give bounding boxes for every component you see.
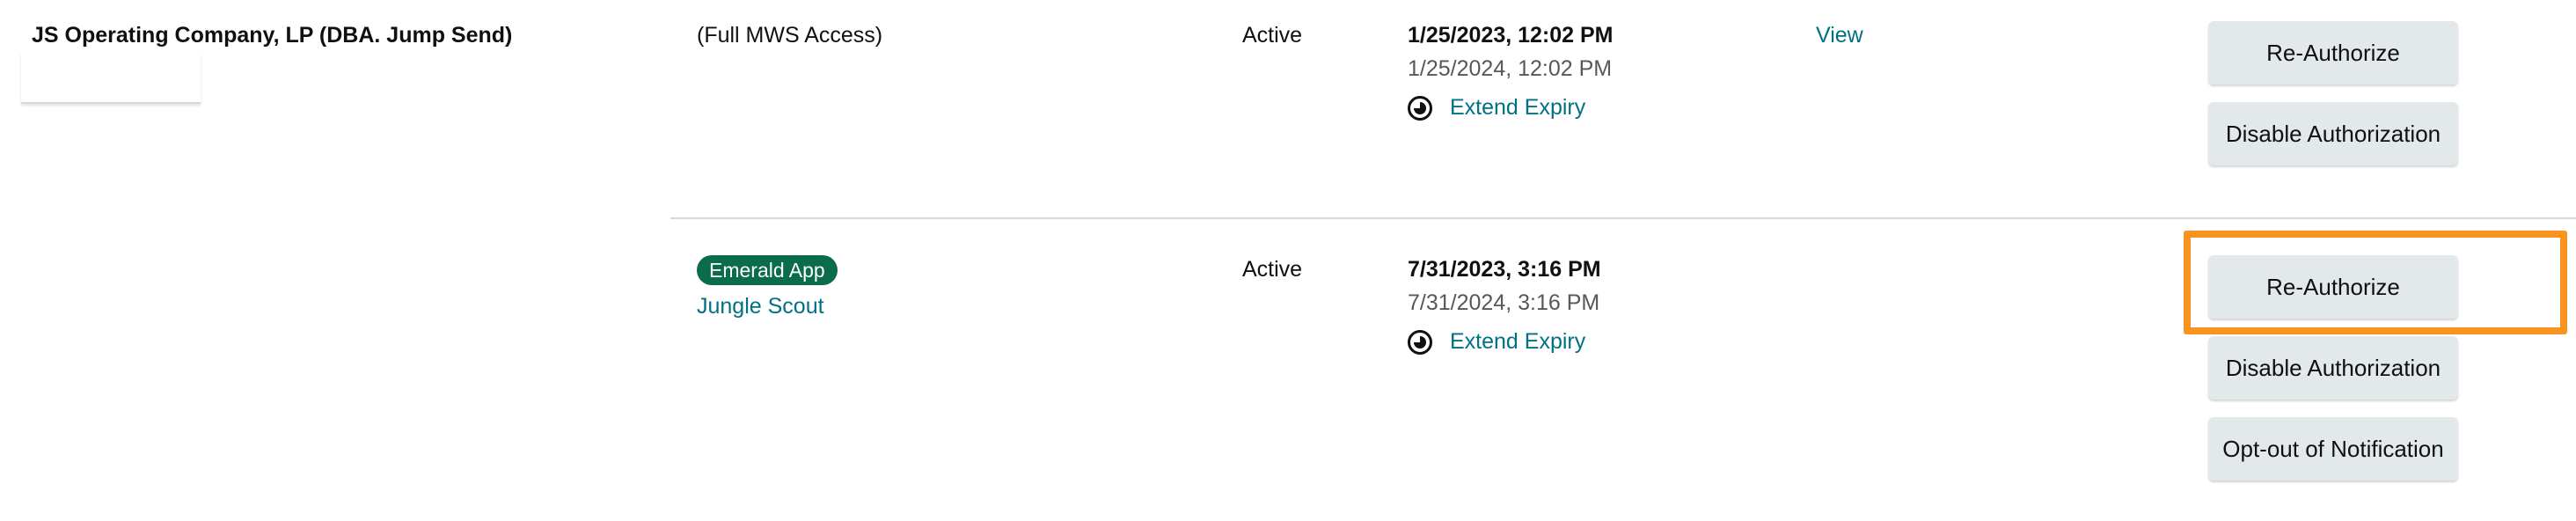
company-name: JS Operating Company, LP (DBA. Jump Send… [32, 23, 513, 48]
company-logo-placeholder [21, 53, 201, 104]
expiry-date: 1/25/2024, 12:02 PM [1408, 56, 1613, 81]
disable-authorization-button[interactable]: Disable Authorization [2208, 102, 2458, 165]
authorized-date: 7/31/2023, 3:16 PM [1408, 257, 1601, 282]
status-text: Active [1242, 257, 1303, 282]
expiry-date: 7/31/2024, 3:16 PM [1408, 290, 1600, 315]
disable-authorization-button[interactable]: Disable Authorization [2208, 336, 2458, 400]
extend-expiry-link[interactable]: Extend Expiry [1408, 95, 1585, 121]
row-divider [670, 217, 2576, 219]
clock-icon [1408, 95, 1432, 121]
extend-expiry-label: Extend Expiry [1450, 95, 1586, 120]
clock-icon [1408, 329, 1432, 355]
extend-expiry-label: Extend Expiry [1450, 329, 1586, 354]
app-access-label: (Full MWS Access) [697, 23, 883, 48]
opt-out-notification-button[interactable]: Opt-out of Notification [2208, 417, 2458, 481]
re-authorize-button[interactable]: Re-Authorize [2208, 21, 2458, 84]
authorized-date: 1/25/2023, 12:02 PM [1408, 23, 1614, 48]
status-text: Active [1242, 23, 1303, 48]
extend-expiry-link[interactable]: Extend Expiry [1408, 329, 1585, 355]
highlight-box [2184, 231, 2567, 334]
view-link[interactable]: View [1816, 23, 1863, 48]
app-badge: Emerald App [697, 255, 838, 285]
app-name-link[interactable]: Jungle Scout [697, 294, 824, 319]
